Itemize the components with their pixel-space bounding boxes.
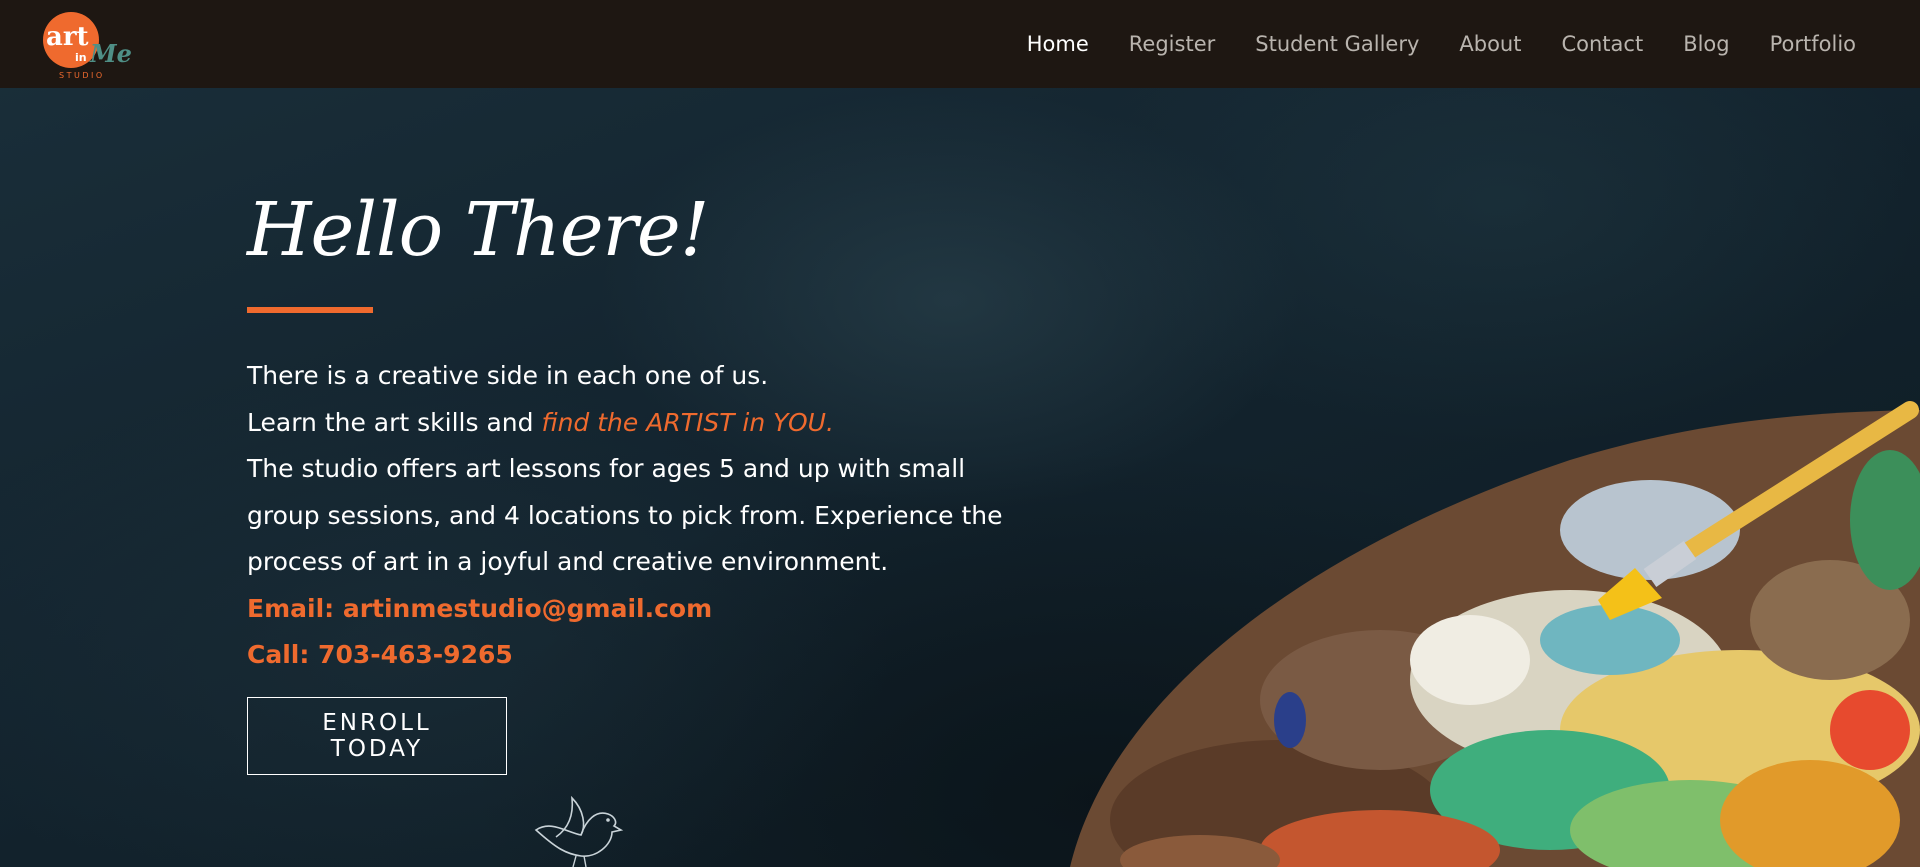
hero-line-2: Learn the art skills and find the ARTIST… bbox=[247, 400, 1007, 447]
logo-text-me: Me bbox=[89, 39, 132, 68]
top-navigation-bar: art in Me STUDIO Home Register Student G… bbox=[0, 0, 1920, 88]
paint-palette-image bbox=[1070, 401, 1920, 867]
art-in-me-logo-icon: art in Me STUDIO bbox=[43, 12, 132, 80]
hero-line-2-accent: find the ARTIST in YOU. bbox=[541, 407, 834, 437]
contact-phone[interactable]: Call: 703-463-9265 bbox=[247, 632, 1007, 679]
nav-blog[interactable]: Blog bbox=[1683, 32, 1729, 56]
main-nav: Home Register Student Gallery About Cont… bbox=[987, 0, 1856, 88]
logo-text-art: art bbox=[46, 22, 89, 52]
title-underline bbox=[247, 307, 373, 314]
bird-outline-icon bbox=[534, 795, 624, 867]
nav-home[interactable]: Home bbox=[1027, 32, 1089, 56]
hero-line-1: There is a creative side in each one of … bbox=[247, 361, 769, 391]
nav-student-gallery[interactable]: Student Gallery bbox=[1255, 32, 1419, 56]
nav-portfolio[interactable]: Portfolio bbox=[1770, 32, 1856, 56]
nav-contact[interactable]: Contact bbox=[1561, 32, 1643, 56]
hero-line-2-lead: Learn the art skills and bbox=[247, 407, 542, 437]
logo-text-studio: STUDIO bbox=[59, 71, 105, 80]
contact-email[interactable]: Email: artinmestudio@gmail.com bbox=[247, 586, 1007, 633]
hero-title: Hello There! bbox=[247, 187, 709, 273]
hero-paragraph: The studio offers art lessons for ages 5… bbox=[247, 454, 1003, 577]
enroll-today-button[interactable]: ENROLL TODAY bbox=[247, 696, 507, 775]
logo-text-in: in bbox=[75, 51, 87, 64]
brand-logo[interactable]: art in Me STUDIO bbox=[42, 10, 136, 82]
nav-register[interactable]: Register bbox=[1129, 32, 1215, 56]
hero-content: Hello There! There is a creative side in… bbox=[247, 187, 1007, 775]
nav-about[interactable]: About bbox=[1459, 32, 1521, 56]
